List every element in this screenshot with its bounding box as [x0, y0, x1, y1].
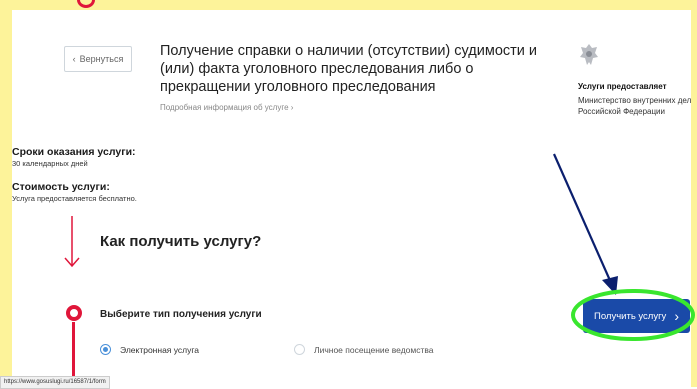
terms-value: 30 календарных дней — [12, 159, 88, 168]
terms-label: Сроки оказания услуги: — [12, 146, 136, 158]
step-marker-icon — [66, 305, 82, 321]
highlight-frame-left — [0, 0, 12, 387]
step-line — [72, 322, 75, 382]
status-bar-url: https://www.gosuslugi.ru/16587/1/form — [0, 376, 110, 389]
radio-electronic-service[interactable] — [100, 344, 111, 355]
cost-label: Стоимость услуги: — [12, 181, 110, 193]
provider-label: Услуги предоставляет — [578, 82, 667, 91]
chevron-left-icon: ‹ — [72, 54, 76, 64]
coat-of-arms-icon — [580, 44, 598, 65]
details-link[interactable]: Подробная информация об услуге › — [160, 103, 293, 112]
radio-electronic-service-label[interactable]: Электронная услуга — [120, 345, 199, 355]
page-title: Получение справки о наличии (отсутствии)… — [160, 43, 538, 95]
highlight-frame-top — [0, 0, 697, 10]
annotation-highlight-ellipse — [571, 289, 695, 341]
annotation-arrow — [552, 153, 618, 295]
provider-name: Министерство внутренних дел Российской Ф… — [578, 96, 692, 116]
step-label: Выберите тип получения услуги — [100, 309, 262, 320]
back-button-label: Вернуться — [79, 54, 124, 64]
radio-personal-visit[interactable] — [294, 344, 305, 355]
radio-personal-visit-label[interactable]: Личное посещение ведомства — [314, 345, 434, 355]
arrow-down-icon — [64, 216, 80, 268]
cost-value: Услуга предоставляется бесплатно. — [12, 194, 137, 203]
back-button[interactable]: ‹ Вернуться — [64, 46, 132, 72]
how-to-get-heading: Как получить услугу? — [100, 233, 262, 250]
